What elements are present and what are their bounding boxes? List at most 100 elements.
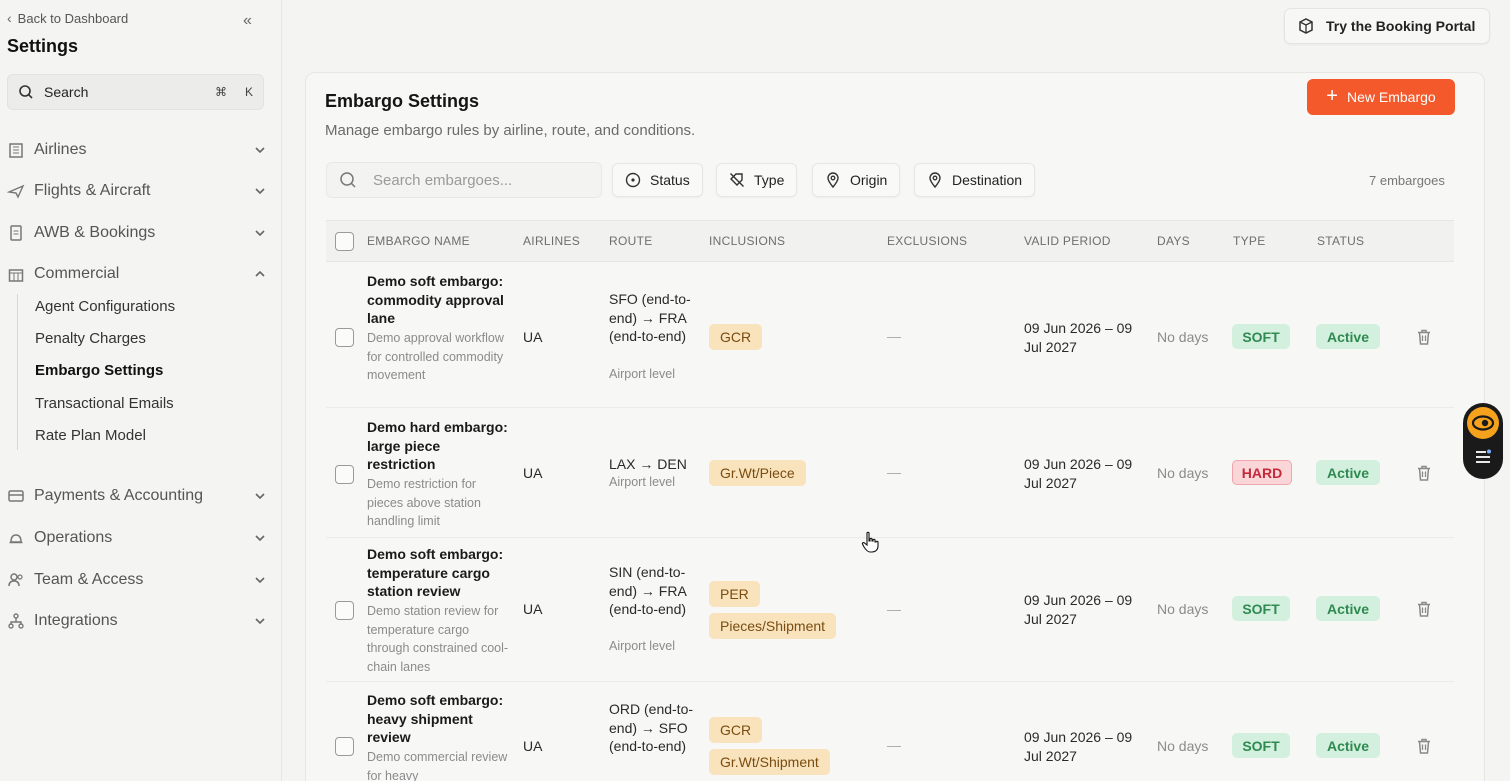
origin-filter-button[interactable]: Origin: [812, 163, 901, 197]
inclusion-tag: Gr.Wt/Shipment: [709, 749, 830, 775]
header-days[interactable]: DAYS: [1157, 234, 1190, 248]
header-route[interactable]: ROUTE: [609, 234, 653, 248]
chevron-down-icon: [255, 188, 265, 195]
destination-filter-label: Destination: [952, 172, 1023, 188]
route-cell: LAX → DEN: [609, 456, 687, 472]
type-filter-label: Type: [754, 172, 785, 188]
header-valid-period[interactable]: VALID PERIOD: [1024, 234, 1111, 248]
search-icon: [340, 172, 356, 188]
sidebar-item-operations[interactable]: Operations: [7, 525, 267, 551]
sidebar-subitem-rate-plan-model[interactable]: Rate Plan Model: [35, 427, 146, 444]
inclusion-tag: Gr.Wt/Piece: [709, 460, 806, 486]
row-checkbox[interactable]: [335, 328, 354, 347]
eye-icon[interactable]: [1467, 407, 1499, 439]
select-all-checkbox[interactable]: [335, 232, 354, 251]
row-checkbox[interactable]: [335, 737, 354, 756]
k-key: K: [244, 85, 253, 99]
inclusion-tag: Pieces/Shipment: [709, 613, 837, 639]
store-icon: [8, 269, 24, 282]
airline-cell: UA: [523, 465, 543, 481]
exclusions-cell: —: [887, 737, 901, 753]
header-inclusions[interactable]: INCLUSIONS: [709, 234, 785, 248]
sidebar-search[interactable]: Search ⌘ K: [7, 74, 264, 110]
chevron-down-icon: [255, 577, 265, 584]
days-cell: No days: [1157, 329, 1209, 345]
embargo-name: Demo soft embargo: temperature cargo sta…: [367, 546, 504, 599]
exclusions-cell: —: [887, 328, 901, 344]
sidebar-item-team[interactable]: Team & Access: [7, 567, 267, 593]
sidebar-item-label: Flights & Aircraft: [34, 182, 151, 199]
embargo-name: Demo soft embargo: heavy shipment review: [367, 692, 504, 745]
chevron-up-icon: [255, 270, 265, 277]
sidebar-item-airlines[interactable]: Airlines: [7, 137, 267, 163]
sidebar-search-label: Search: [44, 84, 89, 100]
sidebar-subitem-embargo-settings[interactable]: Embargo Settings: [35, 362, 163, 379]
submenu-guide-line: [17, 294, 18, 450]
type-badge: HARD: [1232, 460, 1292, 485]
plane-icon: [7, 184, 25, 199]
map-pin-icon: [929, 172, 941, 188]
embargo-name: Demo hard embargo: large piece restricti…: [367, 419, 508, 472]
sidebar-subitem-agent-configurations[interactable]: Agent Configurations: [35, 298, 175, 315]
row-checkbox[interactable]: [335, 601, 354, 620]
sidebar-item-integrations[interactable]: Integrations: [7, 608, 267, 634]
header-airlines[interactable]: AIRLINES: [523, 234, 580, 248]
valid-period-cell: 09 Jun 2026 – 09 Jul 2027: [1024, 592, 1133, 627]
new-embargo-button[interactable]: + New Embargo: [1307, 79, 1455, 115]
sidebar-item-commercial[interactable]: Commercial: [7, 261, 267, 287]
type-filter-button[interactable]: Type: [716, 163, 798, 197]
days-cell: No days: [1157, 465, 1209, 481]
destination-filter-button[interactable]: Destination: [914, 163, 1036, 197]
valid-period-cell: 09 Jun 2026 – 09 Jul 2027: [1024, 729, 1133, 764]
status-badge: Active: [1316, 460, 1380, 485]
airline-cell: UA: [523, 738, 543, 754]
sidebar-subitem-penalty-charges[interactable]: Penalty Charges: [35, 330, 146, 347]
booking-portal-label: Try the Booking Portal: [1326, 18, 1476, 34]
route-level: Airport level: [609, 639, 675, 653]
header-embargo-name[interactable]: EMBARGO NAME: [367, 234, 470, 248]
trash-icon[interactable]: [1415, 464, 1433, 482]
route-level: Airport level: [609, 475, 675, 489]
embargo-search-input[interactable]: Search embargoes...: [326, 162, 602, 198]
header-exclusions[interactable]: EXCLUSIONS: [887, 234, 967, 248]
type-badge: SOFT: [1232, 324, 1290, 349]
card-icon: [8, 490, 24, 502]
header-type[interactable]: TYPE: [1233, 234, 1266, 248]
inclusion-tag: GCR: [709, 324, 763, 350]
back-to-dashboard-link[interactable]: ‹ Back to Dashboard: [7, 10, 128, 26]
collapse-sidebar-icon[interactable]: «: [243, 12, 252, 30]
exclusions-cell: —: [887, 464, 901, 480]
sidebar-item-awb[interactable]: AWB & Bookings: [7, 220, 267, 246]
status-filter-label: Status: [650, 172, 690, 188]
embargo-description: Demo station review for temperature carg…: [367, 604, 509, 674]
embargo-count: 7 embargoes: [1369, 173, 1445, 188]
status-filter-button[interactable]: Status: [612, 163, 703, 197]
building-icon: [9, 143, 23, 158]
command-key: ⌘: [214, 85, 227, 99]
sidebar-item-flights[interactable]: Flights & Aircraft: [7, 178, 267, 204]
sidebar: ‹ Back to Dashboard « Settings Search ⌘ …: [0, 0, 282, 781]
chevron-down-icon: [255, 535, 265, 542]
sidebar-item-label: Operations: [34, 529, 113, 546]
floating-widget[interactable]: [1463, 403, 1503, 479]
header-status[interactable]: STATUS: [1317, 234, 1364, 248]
sidebar-item-payments[interactable]: Payments & Accounting: [7, 483, 267, 509]
back-label: Back to Dashboard: [17, 10, 129, 26]
route-cell: ORD (end-to-end) → SFO (end-to-end): [609, 701, 694, 754]
valid-period-cell: 09 Jun 2026 – 09 Jul 2027: [1024, 320, 1133, 355]
inclusion-tag: PER: [709, 581, 760, 607]
trash-icon[interactable]: [1415, 600, 1433, 618]
airline-cell: UA: [523, 329, 543, 345]
booking-portal-button[interactable]: Try the Booking Portal: [1284, 8, 1490, 44]
menu-icon[interactable]: [1474, 448, 1492, 466]
row-checkbox[interactable]: [335, 465, 354, 484]
valid-period-cell: 09 Jun 2026 – 09 Jul 2027: [1024, 456, 1133, 491]
trash-icon[interactable]: [1415, 737, 1433, 755]
trash-icon[interactable]: [1415, 328, 1433, 346]
sidebar-subitem-transactional-emails[interactable]: Transactional Emails: [35, 395, 174, 412]
circle-dot-icon: [625, 172, 641, 188]
box-icon: [1299, 18, 1313, 34]
embargo-description: Demo commercial review for heavy: [367, 750, 508, 781]
sidebar-title: Settings: [7, 36, 79, 56]
sidebar-item-label: Commercial: [34, 265, 120, 282]
